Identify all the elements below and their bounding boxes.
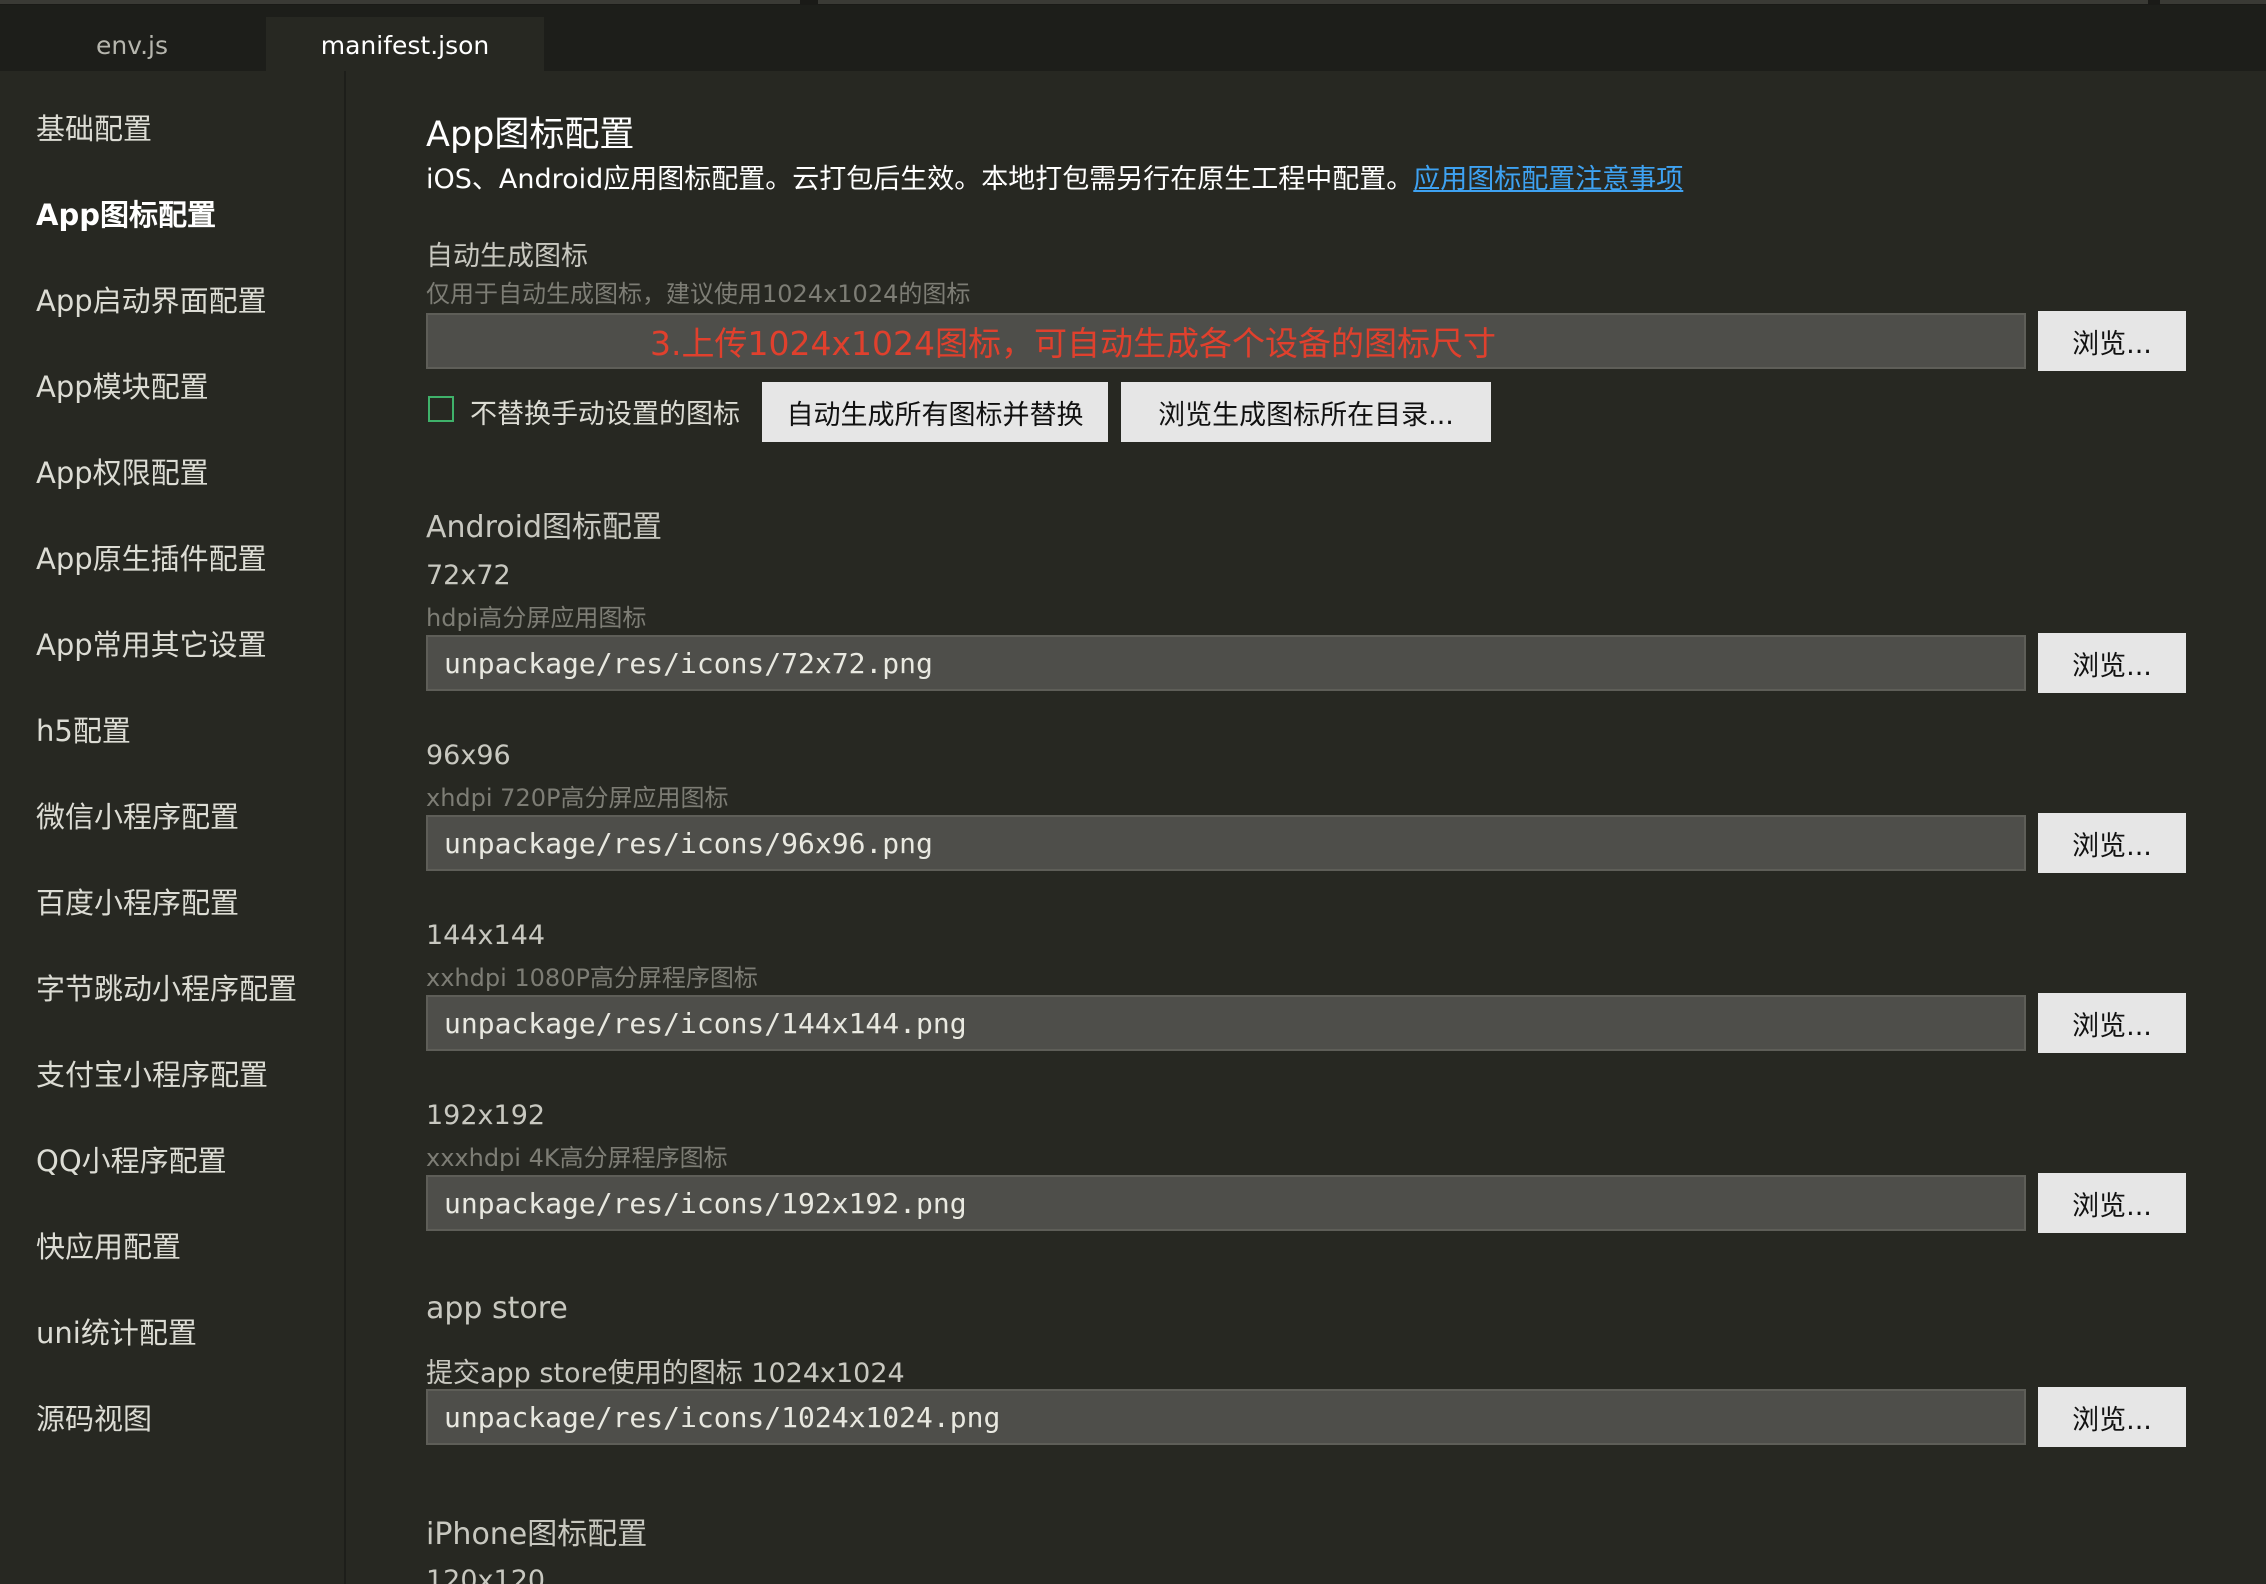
iphone-120-label: 120x120	[426, 1565, 546, 1584]
sidebar-item-app-permissions[interactable]: App权限配置	[36, 450, 209, 492]
top-strip-segment	[818, 0, 2148, 4]
sidebar-item-uni-stat[interactable]: uni统计配置	[36, 1310, 197, 1352]
android-96-browse-button[interactable]: 浏览...	[2038, 813, 2186, 873]
android-192-label: 192x192	[426, 1100, 546, 1131]
description-text: iOS、Android应用图标配置。云打包后生效。本地打包需另行在原生工程中配置…	[426, 164, 1414, 195]
auto-icon-input[interactable]: 3.上传1024x1024图标，可自动生成各个设备的图标尺寸	[426, 313, 2026, 369]
android-144-input[interactable]: unpackage/res/icons/144x144.png	[426, 995, 2026, 1051]
android-144-hint: xxhdpi 1080P高分屏程序图标	[426, 964, 758, 992]
sidebar-item-app-other-settings[interactable]: App常用其它设置	[36, 622, 267, 664]
top-strip-segment	[0, 0, 800, 4]
android-72-label: 72x72	[426, 560, 511, 591]
sidebar-item-source-view[interactable]: 源码视图	[36, 1396, 152, 1438]
page-title: App图标配置	[426, 115, 635, 155]
tab-env-js[interactable]: env.js	[0, 17, 264, 73]
android-144-browse-button[interactable]: 浏览...	[2038, 993, 2186, 1053]
generate-all-icons-button[interactable]: 自动生成所有图标并替换	[762, 382, 1108, 442]
sidebar-item-app-icon[interactable]: App图标配置	[36, 192, 216, 234]
sidebar-item-app-native-plugins[interactable]: App原生插件配置	[36, 536, 267, 578]
tab-manifest-json[interactable]: manifest.json	[266, 17, 544, 73]
sidebar-item-quick-app[interactable]: 快应用配置	[36, 1224, 181, 1266]
android-192-browse-button[interactable]: 浏览...	[2038, 1173, 2186, 1233]
sidebar-item-h5[interactable]: h5配置	[36, 708, 131, 750]
android-96-label: 96x96	[426, 740, 511, 771]
top-strip-segment	[2160, 0, 2266, 4]
icon-notes-link[interactable]: 应用图标配置注意事项	[1413, 164, 1683, 195]
android-96-input[interactable]: unpackage/res/icons/96x96.png	[426, 815, 2026, 871]
android-192-hint: xxxhdpi 4K高分屏程序图标	[426, 1144, 728, 1172]
android-96-hint: xhdpi 720P高分屏应用图标	[426, 784, 729, 812]
auto-icon-label: 自动生成图标	[426, 241, 588, 272]
android-192-input[interactable]: unpackage/res/icons/192x192.png	[426, 1175, 2026, 1231]
iphone-section-title: iPhone图标配置	[426, 1517, 648, 1552]
sidebar-item-basic[interactable]: 基础配置	[36, 106, 152, 148]
open-icon-dir-button[interactable]: 浏览生成图标所在目录...	[1121, 382, 1491, 442]
android-144-label: 144x144	[426, 920, 546, 951]
sidebar-item-qq-mp[interactable]: QQ小程序配置	[36, 1138, 227, 1180]
sidebar-item-baidu-mp[interactable]: 百度小程序配置	[36, 880, 239, 922]
sidebar-item-bytedance-mp[interactable]: 字节跳动小程序配置	[36, 966, 297, 1008]
config-panel: App图标配置 iOS、Android应用图标配置。云打包后生效。本地打包需另行…	[346, 71, 2266, 1584]
sidebar-item-wechat-mp[interactable]: 微信小程序配置	[36, 794, 239, 836]
android-72-browse-button[interactable]: 浏览...	[2038, 633, 2186, 693]
sidebar-item-app-modules[interactable]: App模块配置	[36, 364, 209, 406]
android-section-title: Android图标配置	[426, 510, 662, 545]
appstore-icon-input[interactable]: unpackage/res/icons/1024x1024.png	[426, 1389, 2026, 1445]
auto-icon-hint: 仅用于自动生成图标，建议使用1024x1024的图标	[426, 280, 971, 308]
appstore-icon-label: 提交app store使用的图标 1024x1024	[426, 1358, 905, 1389]
keep-manual-icons-checkbox[interactable]	[428, 396, 454, 422]
sidebar-item-alipay-mp[interactable]: 支付宝小程序配置	[36, 1052, 268, 1094]
android-72-hint: hdpi高分屏应用图标	[426, 604, 647, 632]
keep-manual-icons-label: 不替换手动设置的图标	[470, 399, 740, 430]
page-description: iOS、Android应用图标配置。云打包后生效。本地打包需另行在原生工程中配置…	[426, 157, 1683, 196]
editor-tab-bar: env.js manifest.json	[0, 5, 2266, 73]
appstore-browse-button[interactable]: 浏览...	[2038, 1387, 2186, 1447]
auto-icon-browse-button[interactable]: 浏览...	[2038, 311, 2186, 371]
appstore-section-title: app store	[426, 1291, 568, 1326]
android-72-input[interactable]: unpackage/res/icons/72x72.png	[426, 635, 2026, 691]
config-sidebar: 基础配置 App图标配置 App启动界面配置 App模块配置 App权限配置 A…	[0, 71, 346, 1584]
sidebar-item-app-splash[interactable]: App启动界面配置	[36, 278, 267, 320]
